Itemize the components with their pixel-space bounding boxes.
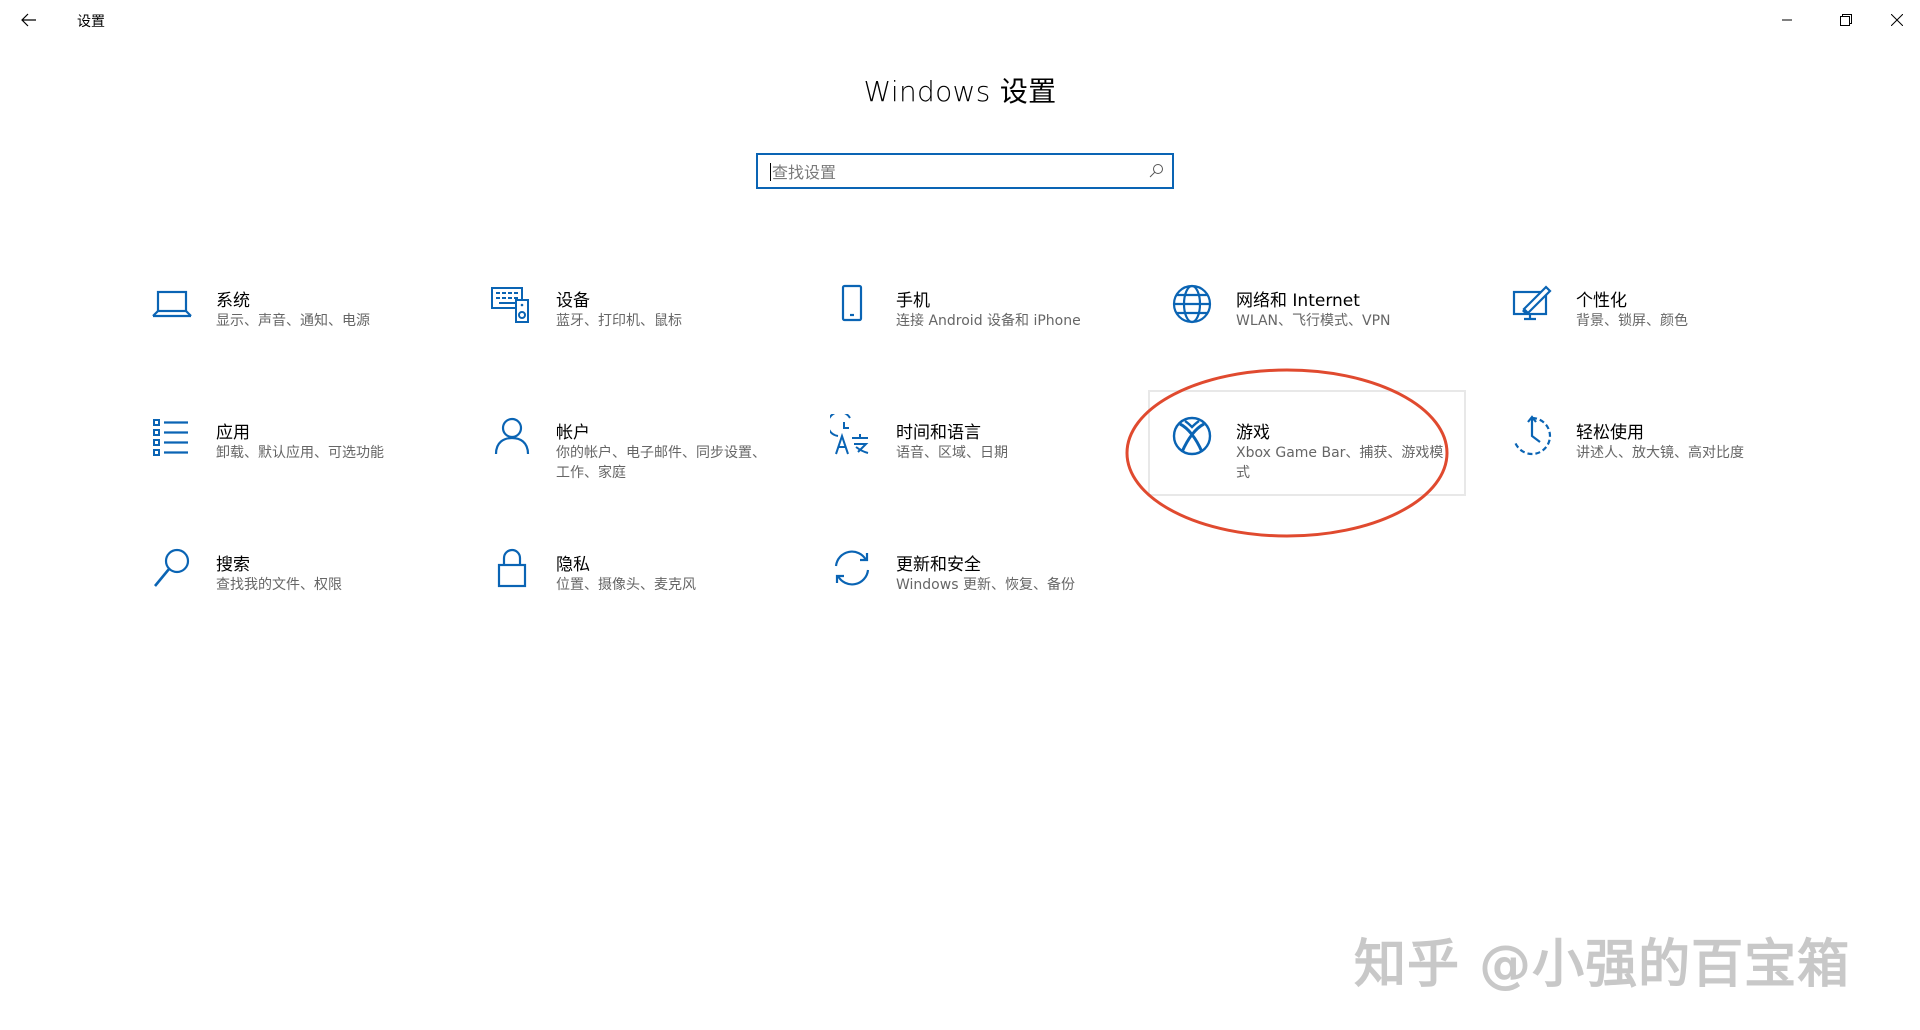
tile-description: 蓝牙、打印机、鼠标: [556, 313, 682, 329]
tile-description: 背景、锁屏、颜色: [1576, 313, 1688, 329]
tile-description: 位置、摄像头、麦克风: [556, 577, 696, 593]
tile-description: Xbox Game Bar、捕获、游戏模式: [1236, 445, 1444, 481]
close-icon: [1891, 14, 1903, 26]
search-input[interactable]: [770, 155, 1134, 189]
search-icon[interactable]: [1148, 163, 1164, 179]
tile-description: 连接 Android 设备和 iPhone: [896, 313, 1081, 329]
tile-search[interactable]: 搜索 查找我的文件、权限: [128, 534, 446, 640]
tile-update-security[interactable]: 更新和安全 Windows 更新、恢复、备份: [808, 534, 1126, 640]
tile-title: 手机: [896, 291, 930, 311]
back-arrow-icon: [21, 13, 36, 27]
restore-icon: [1840, 14, 1852, 26]
back-button[interactable]: [14, 6, 44, 34]
ease-of-access-icon: [1513, 415, 1552, 456]
minimize-button[interactable]: [1764, 0, 1810, 40]
person-icon: [494, 417, 530, 455]
tile-title: 应用: [216, 423, 250, 443]
tile-accounts[interactable]: 帐户 你的帐户、电子邮件、同步设置、工作、家庭: [468, 402, 786, 508]
tile-title: 系统: [216, 291, 250, 311]
search-box[interactable]: [756, 153, 1174, 189]
devices-icon: [491, 287, 529, 323]
close-button[interactable]: [1874, 0, 1920, 40]
tile-title: 帐户: [556, 423, 590, 443]
tile-description: Windows 更新、恢复、备份: [896, 577, 1075, 593]
tile-apps[interactable]: 应用 卸载、默认应用、可选功能: [128, 402, 446, 508]
tile-gaming[interactable]: 游戏 Xbox Game Bar、捕获、游戏模式: [1148, 390, 1466, 496]
tile-description: 语音、区域、日期: [896, 445, 1008, 461]
tile-description: 讲述人、放大镜、高对比度: [1576, 445, 1744, 461]
lock-icon: [497, 548, 527, 588]
minimize-icon: [1782, 19, 1792, 21]
tile-phone[interactable]: 手机 连接 Android 设备和 iPhone: [808, 270, 1126, 376]
phone-icon: [841, 284, 863, 322]
tile-title: 更新和安全: [896, 555, 981, 575]
tile-personalization[interactable]: 个性化 背景、锁屏、颜色: [1488, 270, 1806, 376]
tile-privacy[interactable]: 隐私 位置、摄像头、麦克风: [468, 534, 786, 640]
tile-devices[interactable]: 设备 蓝牙、打印机、鼠标: [468, 270, 786, 376]
personalization-icon: [1512, 285, 1552, 321]
search-magnifier-icon: [153, 548, 190, 587]
tile-title: 游戏: [1236, 423, 1270, 443]
sync-icon: [834, 550, 870, 586]
text-caret: [770, 163, 771, 181]
tile-time-language[interactable]: 时间和语言 语音、区域、日期: [808, 402, 1126, 508]
tile-description: 你的帐户、电子邮件、同步设置、工作、家庭: [556, 445, 766, 481]
apps-list-icon: [153, 419, 188, 456]
tile-title: 搜索: [216, 555, 250, 575]
tile-title: 设备: [556, 291, 590, 311]
tile-title: 时间和语言: [896, 423, 981, 443]
tile-system[interactable]: 系统 显示、声音、通知、电源: [128, 270, 446, 376]
tile-title: 轻松使用: [1576, 423, 1644, 443]
tile-title: 个性化: [1576, 291, 1627, 311]
tile-description: WLAN、飞行模式、VPN: [1236, 313, 1391, 329]
globe-icon: [1172, 284, 1212, 324]
page-title: Windows 设置: [863, 75, 1057, 108]
tile-title: 网络和 Internet: [1236, 291, 1360, 311]
time-language-icon: [830, 414, 869, 455]
tile-description: 显示、声音、通知、电源: [216, 313, 370, 329]
window-title: 设置: [77, 14, 105, 30]
restore-button[interactable]: [1823, 0, 1869, 40]
tile-ease-of-access[interactable]: 轻松使用 讲述人、放大镜、高对比度: [1488, 402, 1806, 508]
tile-description: 卸载、默认应用、可选功能: [216, 445, 384, 461]
tile-description: 查找我的文件、权限: [216, 577, 342, 593]
xbox-icon: [1172, 416, 1212, 456]
laptop-icon: [152, 290, 192, 318]
title-bar: 设置: [0, 0, 1920, 40]
tile-title: 隐私: [556, 555, 590, 575]
tile-network[interactable]: 网络和 Internet WLAN、飞行模式、VPN: [1148, 270, 1466, 376]
watermark: 知乎 @小强的百宝箱: [1354, 935, 1851, 995]
